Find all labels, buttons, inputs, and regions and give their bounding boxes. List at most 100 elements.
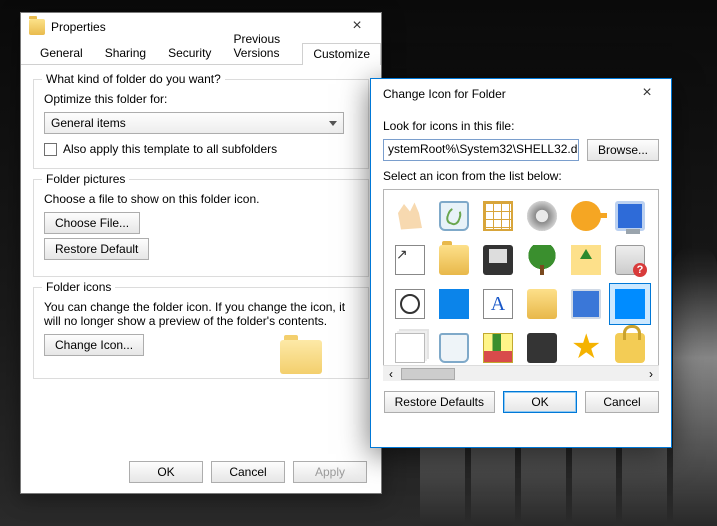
change-icon-titlebar[interactable]: Change Icon for Folder × — [371, 79, 671, 109]
restore-default-button[interactable]: Restore Default — [44, 238, 149, 260]
folder-preview-icon — [280, 340, 322, 374]
tab-customize[interactable]: Customize — [302, 43, 381, 65]
properties-tabs: GeneralSharingSecurityPrevious VersionsC… — [21, 41, 381, 65]
scroll-right-icon[interactable]: › — [643, 366, 659, 382]
documents-icon[interactable] — [390, 328, 430, 368]
properties-footer: OK Cancel Apply — [129, 461, 367, 483]
drive-help-icon — [615, 245, 645, 275]
pictures-legend: Folder pictures — [42, 172, 129, 186]
recycle-bin-empty-icon — [439, 333, 469, 363]
device-dark-icon — [527, 333, 557, 363]
blocked-icon[interactable] — [390, 284, 430, 324]
change-icon-dialog: Change Icon for Folder × Look for icons … — [370, 78, 672, 448]
icon-path-input[interactable]: ystemRoot%\System32\SHELL32.dll — [383, 139, 579, 161]
ok-button[interactable]: OK — [503, 391, 577, 413]
hand-icon — [395, 201, 425, 231]
font-icon[interactable] — [478, 284, 518, 324]
checkbox-box — [44, 143, 57, 156]
recycle-bin-full-icon — [439, 201, 469, 231]
ok-button[interactable]: OK — [129, 461, 203, 483]
shortcut-overlay-icon — [395, 245, 425, 275]
disc-icon[interactable] — [522, 196, 562, 236]
icons-hint: You can change the folder icon. If you c… — [44, 300, 358, 328]
change-icon-title: Change Icon for Folder — [379, 87, 625, 101]
icon-list[interactable] — [383, 189, 659, 381]
pictures-hint: Choose a file to show on this folder ico… — [44, 192, 358, 206]
folder-icon — [439, 245, 469, 275]
tab-previous-versions[interactable]: Previous Versions — [222, 28, 302, 64]
blocked-icon — [395, 289, 425, 319]
change-icon-body: Look for icons in this file: ystemRoot%\… — [371, 109, 671, 381]
select-label: Select an icon from the list below: — [383, 169, 659, 183]
tab-general[interactable]: General — [29, 42, 94, 64]
tree-icon[interactable] — [522, 240, 562, 280]
apply-button[interactable]: Apply — [293, 461, 367, 483]
cancel-button[interactable]: Cancel — [211, 461, 285, 483]
floppy-icon — [483, 245, 513, 275]
close-icon[interactable]: × — [625, 80, 669, 108]
lock-icon — [615, 333, 645, 363]
shortcut-overlay-icon[interactable] — [390, 240, 430, 280]
recycle-bin-empty-icon[interactable] — [434, 328, 474, 368]
computer-icon — [571, 289, 601, 319]
chart-icon[interactable] — [478, 328, 518, 368]
monitor-icon — [615, 201, 645, 231]
close-icon[interactable]: × — [335, 13, 379, 41]
change-icon-button[interactable]: Change Icon... — [44, 334, 144, 356]
recycle-bin-full-icon[interactable] — [434, 196, 474, 236]
chart-icon — [483, 333, 513, 363]
solid-blue-icon[interactable] — [610, 284, 650, 324]
scroll-track[interactable] — [399, 366, 643, 382]
tree-icon — [527, 245, 557, 275]
scroll-left-icon[interactable]: ‹ — [383, 366, 399, 382]
optimize-select-value: General items — [51, 116, 126, 130]
lock-icon[interactable] — [610, 328, 650, 368]
subfolders-label: Also apply this template to all subfolde… — [63, 142, 277, 156]
font-icon — [483, 289, 513, 319]
change-icon-footer: Restore Defaults OK Cancel — [371, 381, 671, 423]
properties-titlebar[interactable]: Properties × — [21, 13, 381, 41]
icons-legend: Folder icons — [42, 280, 115, 294]
grid-icon — [483, 201, 513, 231]
look-label: Look for icons in this file: — [383, 119, 659, 133]
folder-open-icon — [527, 289, 557, 319]
folder-up-icon — [571, 245, 601, 275]
group-kind: What kind of folder do you want? Optimiz… — [33, 79, 369, 169]
folder-icon — [29, 19, 45, 35]
group-icons: Folder icons You can change the folder i… — [33, 287, 369, 379]
desktop-blue-icon — [439, 289, 469, 319]
star-icon — [571, 333, 601, 363]
chevron-down-icon — [329, 121, 337, 126]
subfolders-checkbox[interactable]: Also apply this template to all subfolde… — [44, 142, 358, 156]
folder-open-icon[interactable] — [522, 284, 562, 324]
optimize-select[interactable]: General items — [44, 112, 344, 134]
tab-security[interactable]: Security — [157, 42, 222, 64]
desktop-blue-icon[interactable] — [434, 284, 474, 324]
drive-help-icon[interactable] — [610, 240, 650, 280]
kind-legend: What kind of folder do you want? — [42, 72, 225, 86]
properties-body: What kind of folder do you want? Optimiz… — [21, 65, 381, 399]
restore-defaults-button[interactable]: Restore Defaults — [384, 391, 495, 413]
browse-button[interactable]: Browse... — [587, 139, 659, 161]
monitor-icon[interactable] — [610, 196, 650, 236]
grid-icon[interactable] — [478, 196, 518, 236]
icon-list-scrollbar[interactable]: ‹ › — [383, 365, 659, 381]
group-pictures: Folder pictures Choose a file to show on… — [33, 179, 369, 277]
floppy-icon[interactable] — [478, 240, 518, 280]
key-icon — [571, 201, 601, 231]
folder-icon[interactable] — [434, 240, 474, 280]
hand-icon[interactable] — [390, 196, 430, 236]
folder-up-icon[interactable] — [566, 240, 606, 280]
star-icon[interactable] — [566, 328, 606, 368]
key-icon[interactable] — [566, 196, 606, 236]
choose-file-button[interactable]: Choose File... — [44, 212, 140, 234]
cancel-button[interactable]: Cancel — [585, 391, 659, 413]
computer-icon[interactable] — [566, 284, 606, 324]
scroll-thumb[interactable] — [401, 368, 455, 380]
tab-sharing[interactable]: Sharing — [94, 42, 157, 64]
device-dark-icon[interactable] — [522, 328, 562, 368]
documents-icon — [395, 333, 425, 363]
optimize-label: Optimize this folder for: — [44, 92, 358, 106]
disc-icon — [527, 201, 557, 231]
solid-blue-icon — [615, 289, 645, 319]
